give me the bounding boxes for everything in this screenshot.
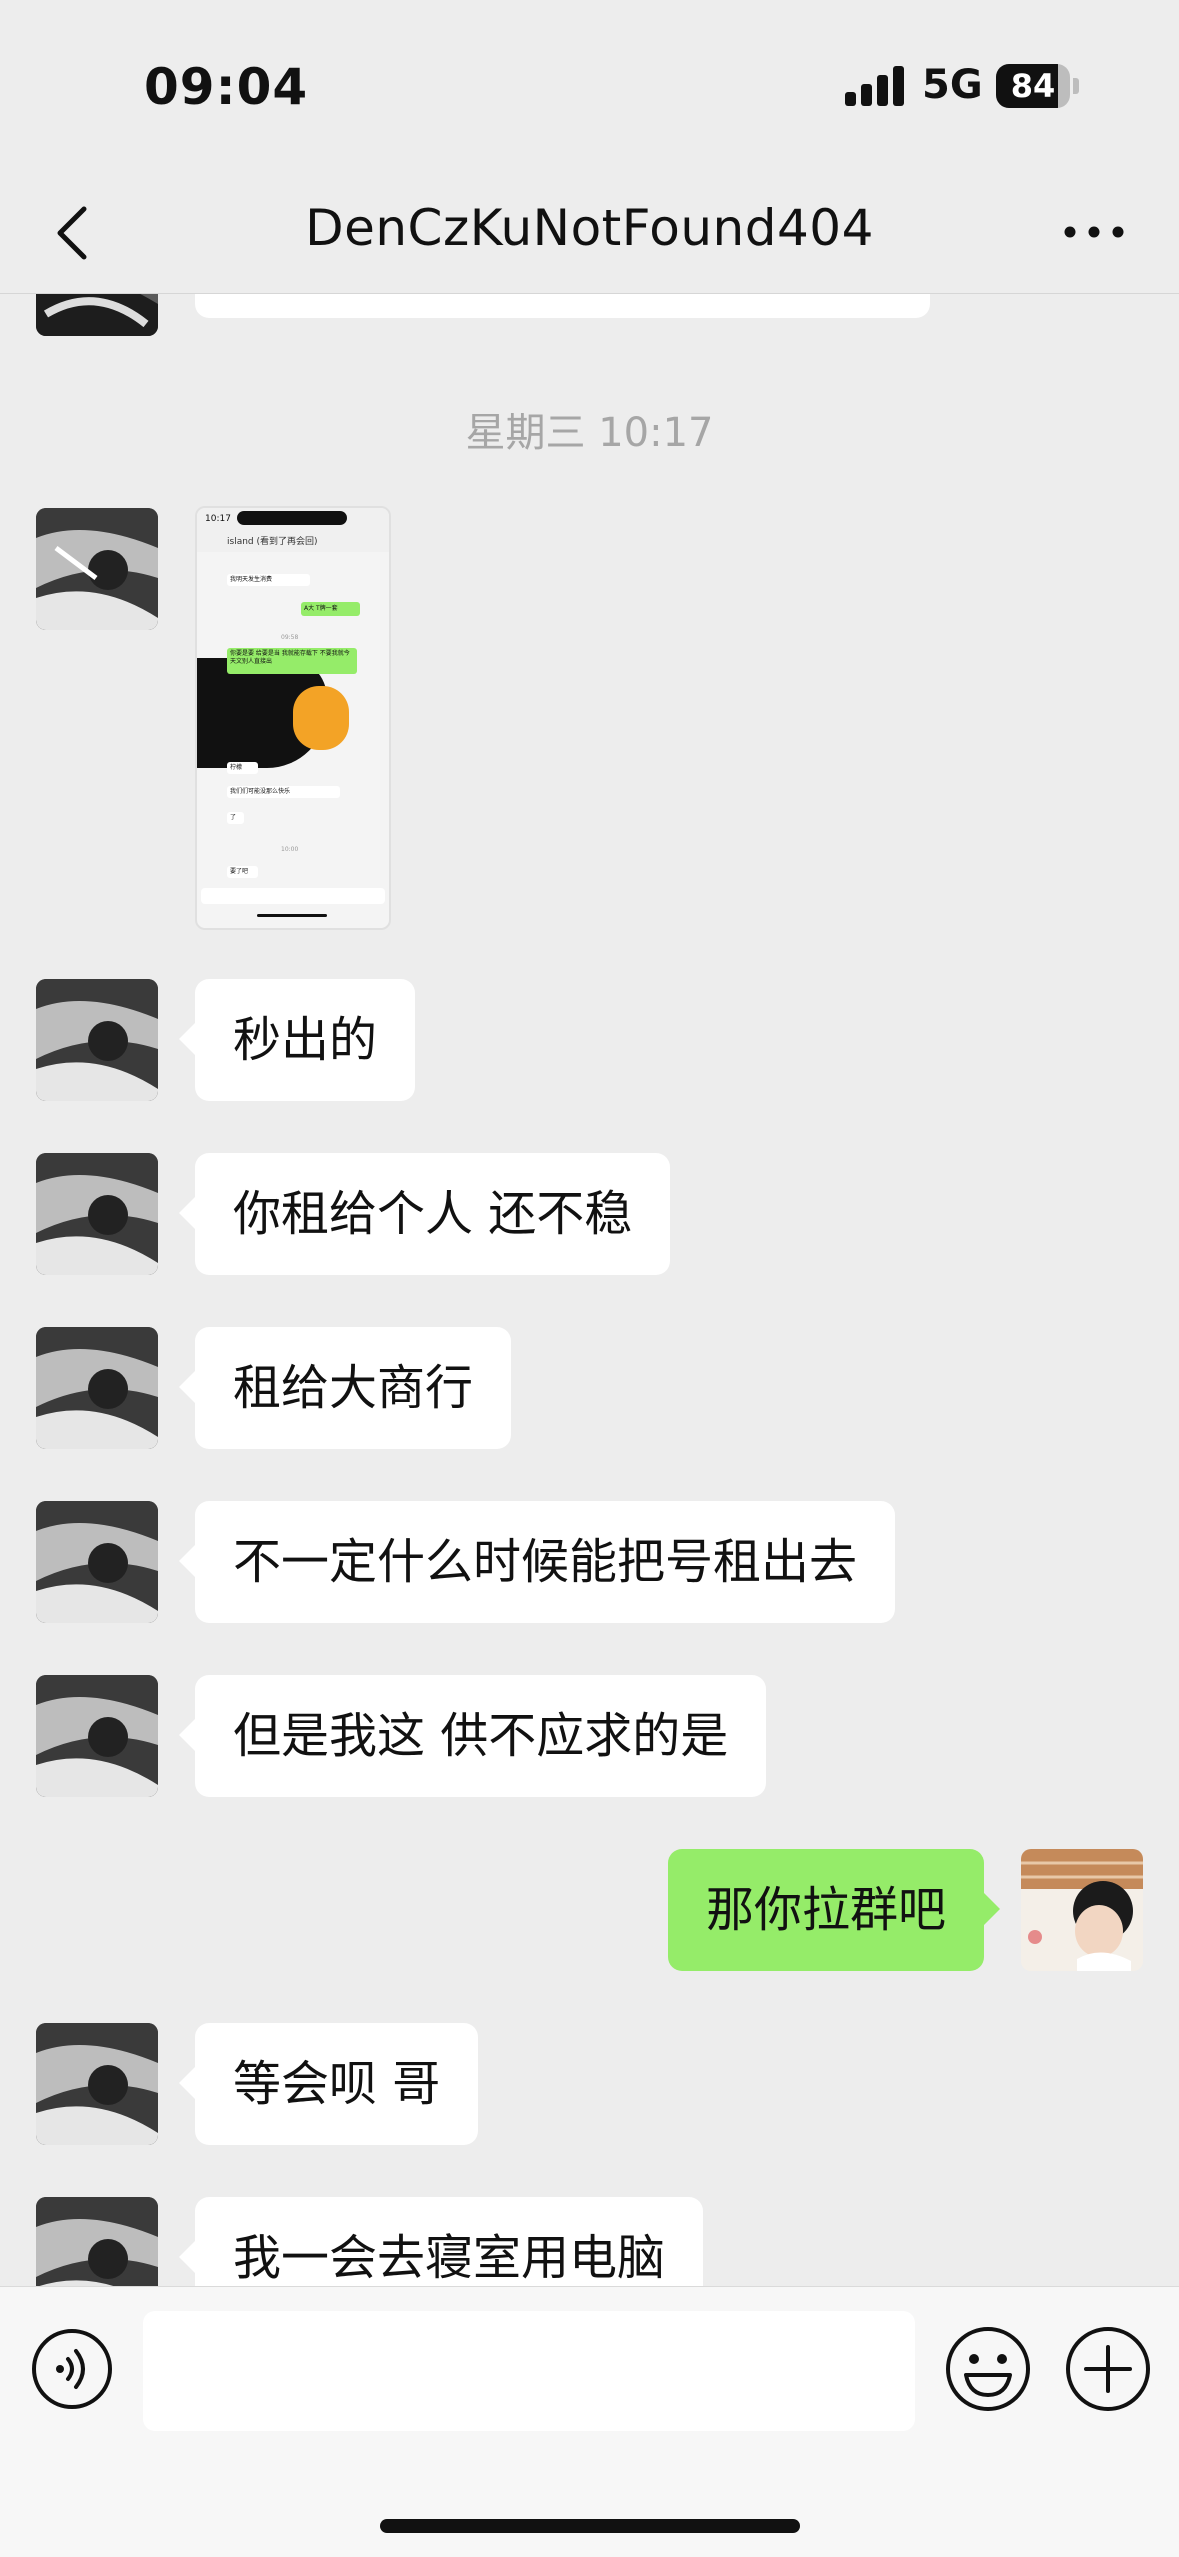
status-bar: 09:04 5G 84 (0, 0, 1179, 175)
contact-avatar[interactable] (36, 1501, 158, 1623)
screenshot-home-bar (257, 914, 327, 917)
chat-header: DenCzKuNotFound404 (0, 175, 1179, 294)
screenshot-line: A大 T牌一套 (301, 602, 360, 616)
dynamic-island (237, 511, 347, 525)
emoji-icon[interactable] (944, 2325, 1032, 2413)
message-timestamp: 星期三 10:17 (465, 410, 714, 456)
message-bubble[interactable]: 租给大商行 (178, 1327, 512, 1449)
contact-avatar[interactable] (36, 979, 158, 1101)
screenshot-input (201, 888, 385, 904)
contact-avatar[interactable] (36, 1675, 158, 1797)
voice-icon[interactable] (30, 2327, 114, 2411)
cellular-signal-icon (845, 66, 907, 106)
my-avatar[interactable] (1021, 1849, 1143, 1971)
orange-sticker-icon (293, 686, 349, 750)
battery-cap (1073, 78, 1079, 94)
message-bubble[interactable]: 等会呗 哥 (178, 2023, 479, 2145)
screenshot-mid-time: 09:58 (281, 634, 299, 641)
message-bubble[interactable]: 你租给个人 还不稳 (178, 1153, 671, 1275)
my-message-bubble[interactable]: 那你拉群吧 (667, 1849, 1001, 1971)
back-chevron-icon[interactable] (46, 203, 106, 263)
contact-avatar[interactable] (36, 294, 158, 336)
screenshot-line: 要了吧 (227, 866, 258, 878)
message-bubble-partial[interactable] (195, 294, 930, 318)
battery-icon: 84 (996, 64, 1070, 108)
contact-avatar[interactable] (36, 2197, 158, 2294)
contact-avatar[interactable] (36, 2023, 158, 2145)
screenshot-line: 了 (227, 812, 244, 824)
message-list[interactable]: 星期三 10:17 10:17 island (看到了再会回) 我明天发生消费 … (0, 294, 1179, 2294)
chat-title: DenCzKuNotFound404 (305, 199, 874, 257)
message-input[interactable] (143, 2311, 915, 2431)
contact-avatar[interactable] (36, 508, 158, 630)
message-bubble[interactable]: 我一会去寝室用电脑 (178, 2197, 704, 2294)
status-time: 09:04 (144, 58, 309, 116)
contact-avatar[interactable] (36, 1153, 158, 1275)
screenshot-line: 柠檬 (227, 762, 258, 774)
home-indicator[interactable] (380, 2519, 800, 2533)
battery-level: 84 (1010, 67, 1056, 105)
screenshot-time: 10:17 (205, 514, 231, 524)
message-bubble[interactable]: 不一定什么时候能把号租出去 (178, 1501, 896, 1623)
plus-icon[interactable] (1064, 2325, 1152, 2413)
image-message-screenshot[interactable]: 10:17 island (看到了再会回) 我明天发生消费 A大 T牌一套 09… (195, 506, 391, 930)
input-bar (0, 2286, 1179, 2557)
screenshot-header: 10:17 island (看到了再会回) (197, 508, 389, 552)
network-type: 5G (922, 62, 983, 108)
message-bubble[interactable]: 秒出的 (178, 979, 416, 1101)
screenshot-line: 我们们可能没那么快乐 (227, 786, 340, 798)
screenshot-line: 你要是要 给要是当 我就能存载下 不要我就今天文别人直接出 (227, 648, 357, 674)
screenshot-title: island (看到了再会回) (227, 537, 318, 547)
more-dots-icon[interactable] (1062, 217, 1126, 247)
screenshot-line: 我明天发生消费 (227, 574, 310, 586)
screenshot-bottom-time: 10:00 (281, 846, 299, 853)
message-bubble[interactable]: 但是我这 供不应求的是 (178, 1675, 767, 1797)
contact-avatar[interactable] (36, 1327, 158, 1449)
